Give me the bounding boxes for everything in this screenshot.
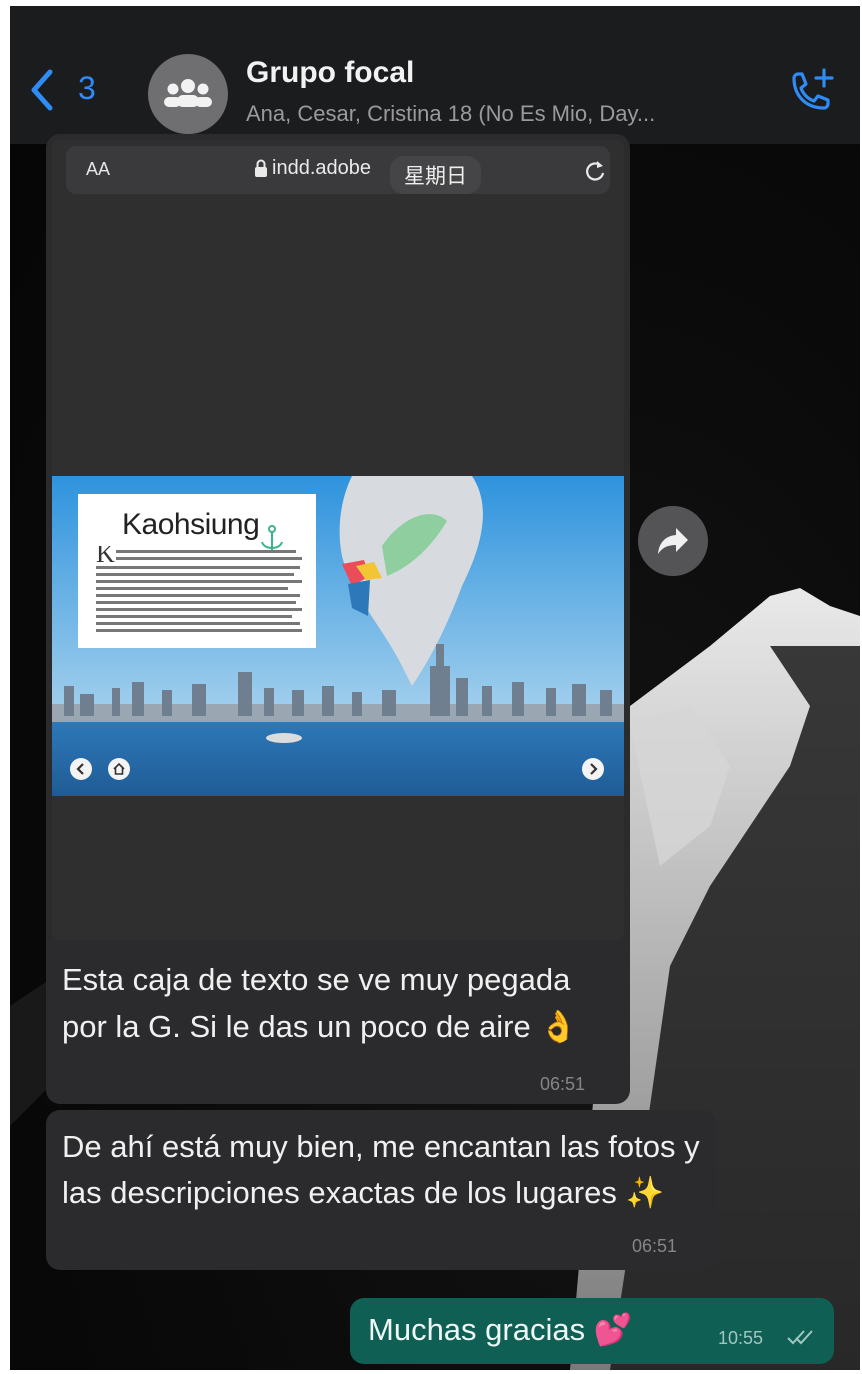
chevron-right-icon — [590, 763, 598, 775]
group-avatar[interactable] — [148, 54, 228, 134]
chevron-left-icon — [76, 763, 84, 775]
back-button[interactable]: 3 — [28, 64, 128, 124]
slide-body-text: K — [96, 546, 302, 632]
slide-next-button[interactable] — [582, 758, 604, 780]
slide-title: Kaohsiung — [122, 508, 260, 541]
chevron-left-icon — [31, 69, 53, 111]
read-receipt-icon — [787, 1330, 813, 1345]
lock-icon — [255, 159, 267, 177]
message-text: De ahí está muy bien, me encantan las fo… — [62, 1129, 700, 1210]
chat-title[interactable]: Grupo focal — [246, 56, 414, 90]
unread-count: 3 — [78, 70, 96, 106]
chat-header: 3 Grupo focal Ana, Cesar, Cristina 18 (N… — [10, 6, 860, 144]
forward-arrow-icon — [658, 528, 688, 554]
message-time: 06:51 — [632, 1236, 678, 1256]
slide-text-box: Kaohsiung K — [78, 494, 316, 648]
message-bubble-text[interactable]: De ahí está muy bien, me encantan las fo… — [46, 1110, 716, 1270]
message-text: Muchas gracias 💕 — [368, 1312, 633, 1347]
chat-screen: 3 Grupo focal Ana, Cesar, Cristina 18 (N… — [10, 6, 860, 1370]
home-icon — [113, 763, 125, 775]
forward-button[interactable] — [638, 506, 708, 576]
kaohsiung-slide: Kaohsiung K — [52, 476, 624, 796]
message-text: Esta caja de texto se ve muy pegada por … — [62, 962, 578, 1044]
slide-home-button[interactable] — [108, 758, 130, 780]
svg-text:K: K — [96, 546, 115, 568]
text-size-label: AA — [86, 159, 111, 179]
message-bubble-outgoing[interactable]: Muchas gracias 💕 10:55 — [350, 1298, 834, 1364]
browser-url-bar: AA indd.adobe — [66, 146, 610, 194]
reload-icon — [586, 161, 605, 181]
date-separator: 星期日 — [390, 156, 481, 194]
message-time: 06:51 — [540, 1074, 586, 1094]
message-time: 10:55 — [718, 1328, 764, 1348]
slide-prev-button[interactable] — [70, 758, 92, 780]
add-call-button[interactable] — [782, 64, 838, 120]
phone-plus-icon — [792, 68, 834, 110]
chat-members[interactable]: Ana, Cesar, Cristina 18 (No Es Mio, Day.… — [246, 101, 655, 127]
message-bubble-image[interactable]: AA indd.adobe 星期日 Kaohsiung K Esta caja … — [46, 134, 630, 1104]
url-text: indd.adobe — [272, 157, 371, 179]
shared-screenshot[interactable]: AA indd.adobe 星期日 Kaohsiung K — [52, 140, 624, 940]
group-icon — [164, 79, 212, 107]
